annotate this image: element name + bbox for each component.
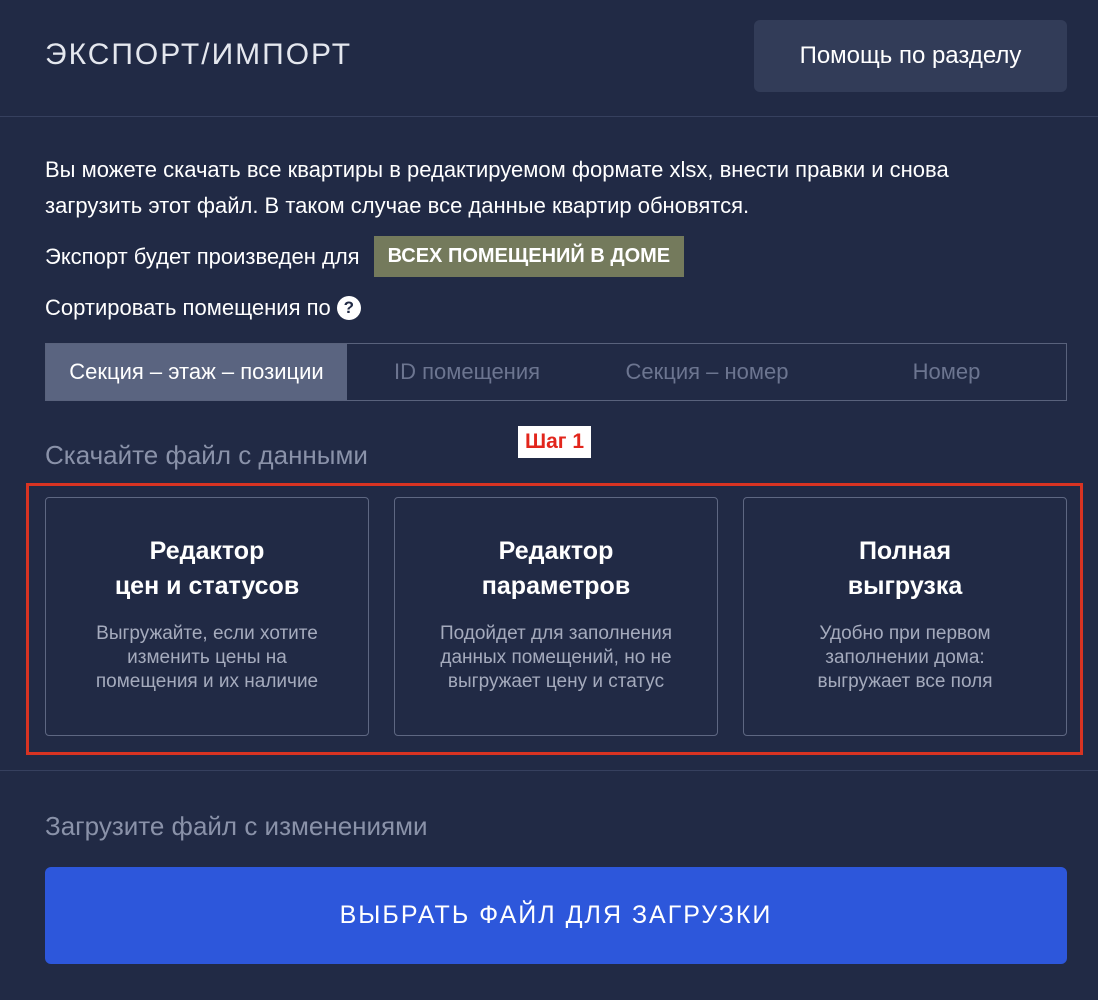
card-description: Подойдет для заполнения данных помещений… <box>415 622 697 694</box>
card-desc-line: выгружает все поля <box>817 671 993 692</box>
price-status-editor-card[interactable]: Редактор цен и статусов Выгружайте, если… <box>45 497 369 736</box>
card-desc-line: выгружает цену и статус <box>447 671 665 692</box>
card-description: Выгружайте, если хотите изменить цены на… <box>66 622 348 694</box>
card-desc-line: Удобно при первом <box>819 623 991 644</box>
card-description: Удобно при первом заполнении дома: выгру… <box>764 622 1046 694</box>
card-title-line: Полная <box>858 537 952 565</box>
sort-row: Сортировать помещения по ? <box>45 293 361 323</box>
export-scope-label: Экспорт будет произведен для <box>45 243 360 269</box>
card-title: Редактор цен и статусов <box>46 534 368 604</box>
section-help-button[interactable]: Помощь по разделу <box>754 20 1067 92</box>
description-line: загрузить этот файл. В таком случае все … <box>45 193 750 218</box>
card-title-line: цен и статусов <box>114 572 300 600</box>
card-title-line: Редактор <box>149 537 265 565</box>
sort-tabs: Секция – этаж – позиции ID помещения Сек… <box>45 343 1067 401</box>
export-description: Вы можете скачать все квартиры в редакти… <box>45 152 1075 224</box>
card-title-line: Редактор <box>498 537 614 565</box>
sort-tab-section-floor-position[interactable]: Секция – этаж – позиции <box>46 344 347 400</box>
section-divider <box>0 770 1098 771</box>
page-header: ЭКСПОРТ/ИМПОРТ Помощь по разделу <box>0 0 1098 117</box>
sort-tab-section-number[interactable]: Секция – номер <box>587 344 827 400</box>
step-label: Шаг 1 <box>518 426 591 458</box>
description-line: Вы можете скачать все квартиры в редакти… <box>45 157 949 182</box>
card-title-line: параметров <box>481 572 631 600</box>
export-scope-row: Экспорт будет произведен для ВСЕХ ПОМЕЩЕ… <box>45 236 685 277</box>
card-desc-line: заполнении дома: <box>825 647 985 668</box>
upload-heading: Загрузите файл с изменениями <box>45 811 428 841</box>
sort-tab-number[interactable]: Номер <box>827 344 1066 400</box>
parameters-editor-card[interactable]: Редактор параметров Подойдет для заполне… <box>394 497 718 736</box>
sort-tab-room-id[interactable]: ID помещения <box>347 344 587 400</box>
card-title: Редактор параметров <box>395 534 717 604</box>
card-title: Полная выгрузка <box>744 534 1066 604</box>
download-heading: Скачайте файл с данными <box>45 440 368 470</box>
card-title-line: выгрузка <box>847 572 963 600</box>
sort-label: Сортировать помещения по <box>45 295 331 320</box>
card-desc-line: помещения и их наличие <box>95 671 319 692</box>
card-desc-line: Подойдет для заполнения <box>439 623 673 644</box>
card-desc-line: изменить цены на <box>127 647 287 668</box>
question-circle-icon[interactable]: ? <box>336 296 361 320</box>
choose-file-upload-button[interactable]: ВЫБРАТЬ ФАЙЛ ДЛЯ ЗАГРУЗКИ <box>45 867 1067 964</box>
card-desc-line: данных помещений, но не <box>440 647 672 668</box>
page-title: ЭКСПОРТ/ИМПОРТ <box>45 38 353 71</box>
export-scope-badge: ВСЕХ ПОМЕЩЕНИЙ В ДОМЕ <box>373 236 685 277</box>
full-export-card[interactable]: Полная выгрузка Удобно при первом заполн… <box>743 497 1067 736</box>
card-desc-line: Выгружайте, если хотите <box>96 623 318 644</box>
